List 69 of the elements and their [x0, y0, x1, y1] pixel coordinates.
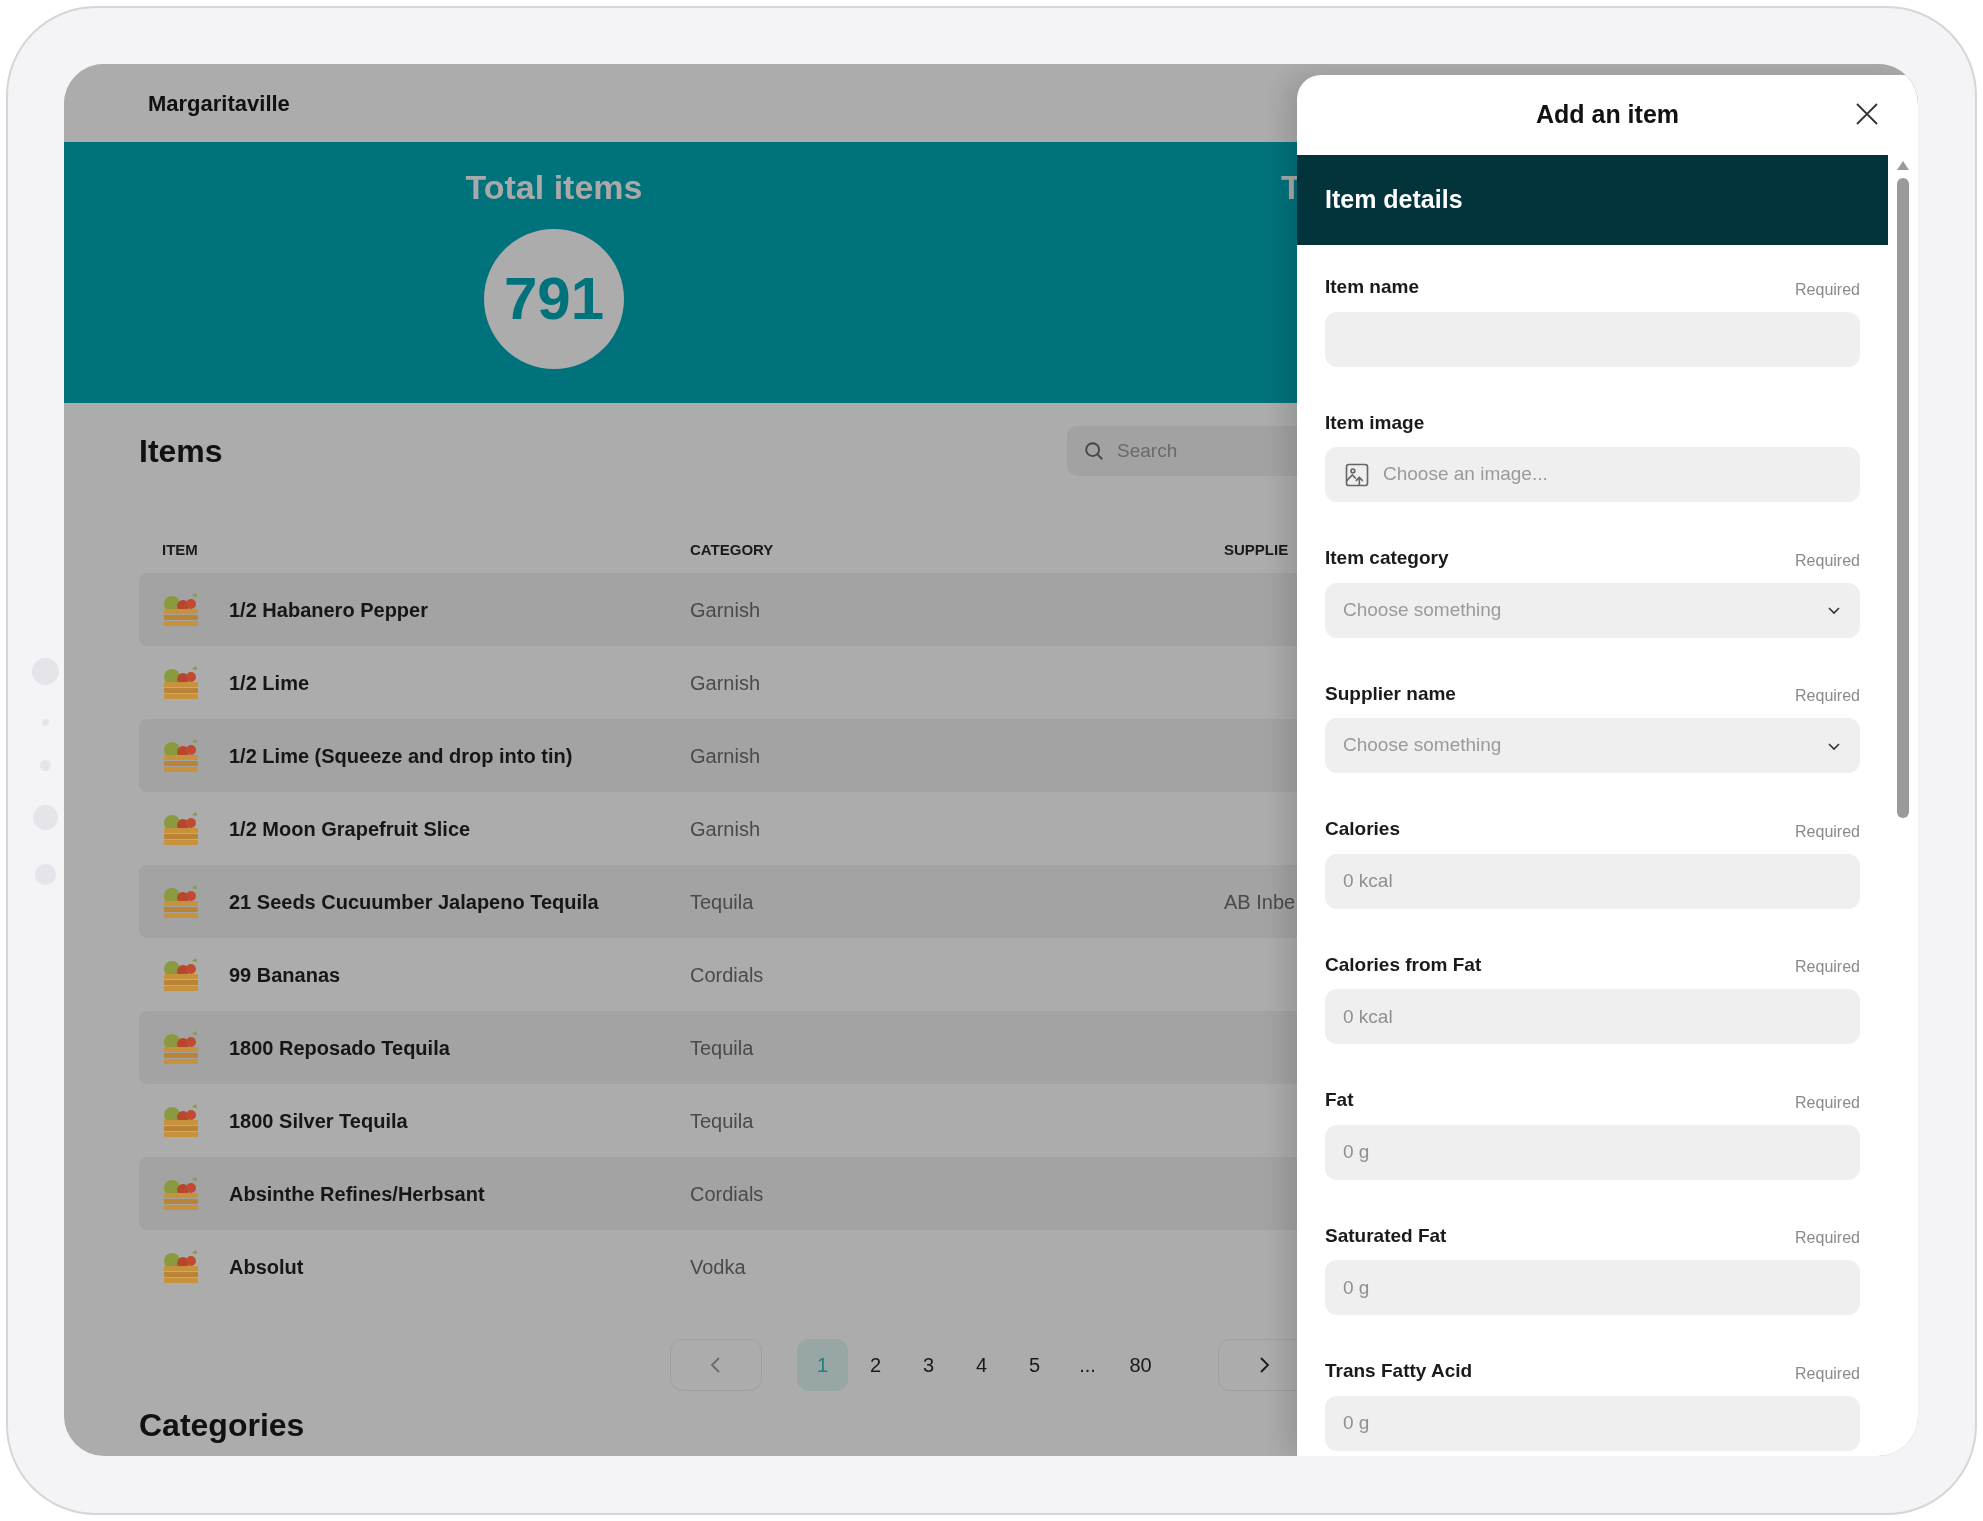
- required-note: Required: [1795, 279, 1860, 300]
- section-heading: Items: [139, 432, 224, 471]
- venue-name: Margaritaville: [148, 89, 290, 118]
- item-name: 1/2 Lime (Squeeze and drop into tin): [229, 743, 573, 769]
- panel-title: Add an item: [1535, 99, 1680, 131]
- select-placeholder: Choose something: [1343, 733, 1502, 758]
- item-name: 1/2 Lime: [229, 670, 310, 696]
- produce-crate-icon: [161, 737, 201, 774]
- category-cell-text: Cordials: [690, 962, 765, 988]
- produce-crate-icon: [161, 883, 201, 920]
- produce-crate-icon: [161, 1029, 201, 1066]
- page-button[interactable]: 80: [1115, 1339, 1166, 1391]
- field-label: Item name: [1325, 275, 1419, 299]
- category-cell-text: Garnish: [690, 816, 762, 842]
- field-label: Item category: [1325, 546, 1449, 570]
- input-field[interactable]: 0 g: [1325, 1260, 1860, 1315]
- page-button[interactable]: ...: [1062, 1339, 1113, 1391]
- category-cell-text: Tequila: [690, 889, 755, 915]
- page-button[interactable]: 2: [850, 1339, 901, 1391]
- page-button[interactable]: 5: [1009, 1339, 1060, 1391]
- required-note: Required: [1795, 550, 1860, 571]
- input-field[interactable]: 0 kcal: [1325, 989, 1860, 1044]
- item-name: 21 Seeds Cucuumber Jalapeno Tequila: [229, 889, 599, 915]
- supplier-cell-text: AB Inbe: [1224, 889, 1296, 915]
- produce-crate-icon: [161, 956, 201, 993]
- field-label: Fat: [1325, 1088, 1354, 1112]
- input-field[interactable]: 0 g: [1325, 1395, 1860, 1451]
- column-header: CATEGORY: [690, 539, 775, 560]
- stat-title: Total items: [465, 167, 643, 208]
- section-heading: Categories: [139, 1407, 305, 1443]
- item-name: 99 Bananas: [229, 962, 341, 988]
- category-cell-text: Garnish: [690, 743, 762, 769]
- category-cell-text: Cordials: [690, 1181, 765, 1207]
- category-cell-text: Tequila: [690, 1108, 755, 1134]
- page-button[interactable]: 3: [903, 1339, 954, 1391]
- search-placeholder: Search: [1117, 438, 1178, 463]
- field-label: Calories from Fat: [1325, 952, 1482, 977]
- page-button[interactable]: 4: [956, 1339, 1007, 1391]
- section-title: Item details: [1325, 184, 1463, 216]
- field-label: Trans Fatty Acid: [1325, 1359, 1473, 1383]
- item-name: 1800 Silver Tequila: [229, 1108, 408, 1134]
- produce-crate-icon: [161, 1175, 201, 1212]
- item-name: Absolut: [229, 1254, 304, 1280]
- close-icon: [1855, 102, 1879, 126]
- produce-crate-icon: [161, 1102, 201, 1139]
- field-label: Supplier name: [1325, 681, 1456, 706]
- scrollbar-thumb[interactable]: [1897, 178, 1909, 818]
- category-cell-text: Vodka: [690, 1254, 747, 1280]
- input-field[interactable]: 0 kcal: [1325, 853, 1860, 909]
- produce-crate-icon: [161, 664, 201, 701]
- produce-crate-icon: [161, 591, 201, 628]
- category-cell-text: Garnish: [690, 597, 762, 623]
- item-name: 1/2 Moon Grapefruit Slice: [229, 816, 471, 842]
- column-header: SUPPLIE: [1224, 539, 1289, 560]
- item-name: 1/2 Habanero Pepper: [229, 597, 428, 623]
- category-cell-text: Tequila: [690, 1035, 755, 1061]
- item-name: 1800 Reposado Tequila: [229, 1035, 450, 1061]
- produce-crate-icon: [161, 1248, 201, 1285]
- field-placeholder: Choose an image...: [1383, 462, 1548, 487]
- category-cell-text: Garnish: [690, 670, 762, 696]
- field-label: Calories: [1325, 817, 1400, 841]
- column-header: ITEM: [161, 539, 199, 560]
- scroll-up-icon: [1897, 161, 1909, 170]
- search-icon: [1083, 440, 1105, 462]
- select-placeholder: Choose something: [1343, 597, 1502, 622]
- required-note: Required: [1795, 1363, 1860, 1384]
- input-field[interactable]: 0 g: [1325, 1124, 1860, 1180]
- item-name: Absinthe Refines/Herbsant: [229, 1181, 485, 1207]
- produce-crate-icon: [161, 810, 201, 847]
